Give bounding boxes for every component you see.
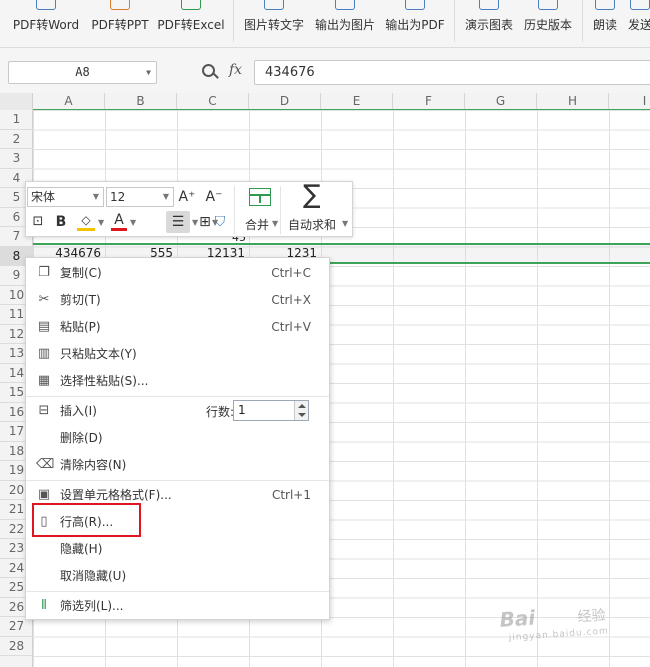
column-header-h[interactable]: H (537, 93, 609, 109)
format-painter-icon[interactable]: ⛉ (209, 212, 231, 232)
send-icon (630, 0, 650, 10)
export-pdf-button[interactable]: 输出为PDF (384, 0, 446, 46)
row-header-1[interactable]: 1 (0, 110, 33, 130)
chevron-down-icon[interactable]: ▼ (342, 219, 348, 228)
history-version-button[interactable]: 历史版本 (521, 0, 575, 46)
history-icon (538, 0, 558, 10)
fx-icon[interactable]: fx (229, 62, 242, 78)
row-height-icon: ▯ (40, 514, 48, 529)
autosum-button[interactable]: 自动求和 (288, 216, 336, 233)
copy-icon: ❐ (38, 265, 50, 280)
pdf-to-ppt-button[interactable]: PDF转PPT (90, 0, 150, 46)
send-button[interactable]: 发送 (625, 0, 650, 46)
menu-item-cut[interactable]: ✂ 剪切(T) Ctrl+X (26, 287, 329, 314)
menu-item-paste[interactable]: ▤ 粘贴(P) Ctrl+V (26, 314, 329, 341)
chevron-down-icon: ▼ (162, 192, 169, 201)
menu-item-delete[interactable]: 删除(D) (26, 425, 329, 452)
scissors-icon: ✂ (38, 292, 50, 307)
rows-count-spinner[interactable]: 1 (233, 400, 309, 421)
font-color-icon[interactable]: A (111, 212, 127, 231)
align-center-icon[interactable]: ☰ (167, 212, 189, 232)
merge-button[interactable]: 合并 (245, 216, 269, 233)
column-header-bar: A B C D E F G H I (0, 93, 650, 110)
chevron-down-icon[interactable]: ▼ (130, 218, 136, 227)
filter-columns-icon: ⫴ (41, 598, 47, 613)
column-header-d[interactable]: D (249, 93, 321, 109)
zoom-icon[interactable] (202, 64, 215, 77)
chevron-down-icon: ▼ (92, 192, 99, 201)
ribbon-separator (582, 0, 583, 42)
speaker-icon (595, 0, 615, 10)
menu-separator (26, 396, 329, 397)
pdf-ppt-icon (110, 0, 130, 10)
menu-separator (26, 591, 329, 592)
export-pdf-icon (405, 0, 425, 10)
merge-cells-icon[interactable] (249, 188, 271, 206)
menu-item-hide[interactable]: 隐藏(H) (26, 536, 329, 563)
menu-item-paste-special[interactable]: ▦ 选择性粘贴(S)... (26, 368, 329, 395)
menu-item-insert[interactable]: ⊟ 插入(I) 行数: 1 (26, 398, 329, 425)
column-header-a[interactable]: A (33, 93, 105, 109)
ribbon-toolbar: PDF转Word PDF转PPT PDF转Excel 图片转文字 输出为图片 输… (0, 0, 650, 48)
menu-item-unhide[interactable]: 取消隐藏(U) (26, 563, 329, 590)
spinner-buttons[interactable] (294, 401, 308, 420)
spin-down-icon[interactable] (298, 413, 306, 417)
formula-input[interactable]: 434676 (254, 60, 650, 85)
column-header-b[interactable]: B (105, 93, 177, 109)
column-header-i[interactable]: I (609, 93, 650, 109)
column-header-f[interactable]: F (393, 93, 465, 109)
menu-item-copy[interactable]: ❐ 复制(C) Ctrl+C (26, 260, 329, 287)
paste-text-icon: ▥ (37, 346, 51, 361)
font-size-select[interactable]: 12 ▼ (106, 187, 174, 207)
fill-color-icon[interactable]: ◇ (77, 212, 95, 231)
image-text-icon (264, 0, 284, 10)
font-family-select[interactable]: 宋体 ▼ (27, 187, 104, 207)
pdf-excel-icon (181, 0, 201, 10)
eraser-icon: ⌫ (36, 457, 55, 472)
ribbon-separator (454, 0, 455, 42)
menu-item-row-height[interactable]: ▯ 行高(R)... (26, 509, 329, 536)
menu-separator (26, 480, 329, 481)
menu-item-filter-columns[interactable]: ⫴ 筛选列(L)... (26, 593, 329, 620)
chevron-down-icon: ▼ (146, 68, 151, 77)
menu-item-paste-text[interactable]: ▥ 只粘贴文本(Y) (26, 341, 329, 368)
wrap-text-icon[interactable]: ⊡ (28, 212, 48, 232)
spin-up-icon[interactable] (298, 404, 306, 408)
row-header-28[interactable]: 28 (0, 637, 33, 656)
read-aloud-button[interactable]: 朗读 (590, 0, 620, 46)
name-box[interactable]: A8 ▼ (8, 61, 157, 84)
demo-chart-button[interactable]: 演示图表 (462, 0, 516, 46)
shrink-font-icon[interactable]: A⁻ (203, 187, 225, 207)
column-header-c[interactable]: C (177, 93, 249, 109)
menu-item-format-cells[interactable]: ▣ 设置单元格格式(F)... Ctrl+1 (26, 482, 329, 509)
bold-button[interactable]: B (53, 212, 69, 232)
pdf-to-word-button[interactable]: PDF转Word (12, 0, 80, 46)
toolbar-separator (234, 186, 235, 234)
rows-count-label: 行数: (206, 405, 235, 419)
insert-row-icon: ⊟ (38, 403, 50, 418)
menu-item-clear-contents[interactable]: ⌫ 清除内容(N) (26, 452, 329, 479)
chart-icon (479, 0, 499, 10)
toolbar-separator (280, 186, 281, 234)
column-header-e[interactable]: E (321, 93, 393, 109)
sigma-icon[interactable]: ∑ (303, 180, 321, 210)
image-to-text-button[interactable]: 图片转文字 (242, 0, 306, 46)
row-header-3[interactable]: 3 (0, 149, 33, 169)
chevron-down-icon[interactable]: ▼ (272, 219, 278, 228)
pdf-word-icon (36, 0, 56, 10)
paste-icon: ▤ (37, 319, 51, 334)
export-image-icon (335, 0, 355, 10)
chevron-down-icon[interactable]: ▼ (98, 218, 104, 227)
column-header-g[interactable]: G (465, 93, 537, 109)
context-menu: ❐ 复制(C) Ctrl+C ✂ 剪切(T) Ctrl+X ▤ 粘贴(P) Ct… (25, 257, 330, 620)
grow-font-icon[interactable]: A⁺ (176, 187, 198, 207)
ribbon-separator (233, 0, 234, 42)
row-header-2[interactable]: 2 (0, 130, 33, 149)
select-all-corner[interactable] (0, 93, 33, 110)
formula-bar: A8 ▼ fx 434676 (0, 48, 650, 93)
export-image-button[interactable]: 输出为图片 (313, 0, 377, 46)
format-cells-icon: ▣ (37, 487, 51, 502)
pdf-to-excel-button[interactable]: PDF转Excel (157, 0, 225, 46)
paste-special-icon: ▦ (37, 373, 51, 388)
